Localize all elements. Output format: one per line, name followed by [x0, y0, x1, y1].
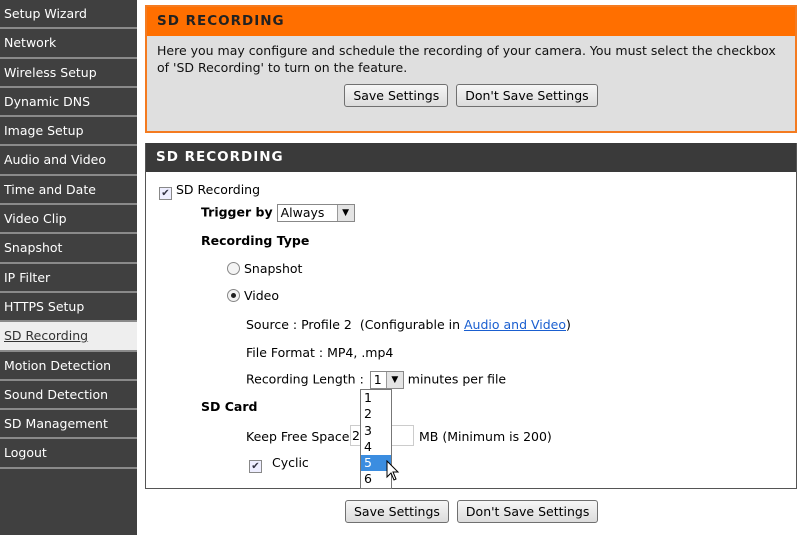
- save-settings-button[interactable]: Save Settings: [344, 84, 449, 107]
- sidebar-item-image-setup[interactable]: Image Setup: [0, 117, 137, 147]
- mouse-cursor-icon: [386, 460, 400, 481]
- recording-length-option[interactable]: 1: [361, 390, 391, 406]
- sidebar-item-setup-wizard[interactable]: Setup Wizard: [0, 0, 137, 30]
- snapshot-radio[interactable]: [227, 262, 240, 275]
- cyclic-label: Cyclic: [271, 455, 309, 470]
- video-label: Video: [243, 288, 280, 303]
- sidebar-item-video-clip[interactable]: Video Clip: [0, 205, 137, 235]
- chevron-down-icon: ▼: [336, 205, 354, 221]
- recording-length-option[interactable]: 2: [361, 406, 391, 422]
- cyclic-checkbox[interactable]: ✔: [249, 460, 262, 473]
- sidebar-item-network[interactable]: Network: [0, 29, 137, 59]
- recording-length-unit: minutes per file: [407, 371, 507, 387]
- intro-title: SD RECORDING: [147, 7, 795, 36]
- bottom-save-settings-button[interactable]: Save Settings: [345, 500, 449, 523]
- sidebar-item-wireless-setup[interactable]: Wireless Setup: [0, 58, 137, 88]
- recording-length-label: Recording Length :: [246, 371, 364, 387]
- recording-length-option[interactable]: 3: [361, 423, 391, 439]
- trigger-label: Trigger by: [201, 204, 273, 220]
- video-radio[interactable]: [227, 289, 240, 302]
- sidebar-item-logout[interactable]: Logout: [0, 439, 137, 469]
- sidebar-item-motion-detection[interactable]: Motion Detection: [0, 351, 137, 381]
- source-line: Source : Profile 2 (Configurable in Audi…: [246, 317, 571, 332]
- sidebar-item-dynamic-dns[interactable]: Dynamic DNS: [0, 87, 137, 118]
- sd-card-label: SD Card: [201, 399, 258, 414]
- keep-free-unit: MB (Minimum is 200): [419, 429, 552, 444]
- sidebar-item-sd-management[interactable]: SD Management: [0, 410, 137, 440]
- file-format: File Format : MP4, .mp4: [246, 345, 394, 360]
- snapshot-label: Snapshot: [243, 261, 303, 276]
- keep-free-label: Keep Free Space:: [246, 429, 354, 444]
- sidebar: Setup Wizard Network Wireless Setup Dynamic…: [0, 0, 137, 535]
- recording-length-value: 1: [373, 372, 382, 387]
- intro-panel: SD RECORDING Here you may configure and …: [145, 5, 797, 133]
- chevron-down-icon: ▼: [385, 372, 403, 388]
- intro-text: Here you may configure and schedule the …: [157, 43, 776, 75]
- dont-save-settings-button[interactable]: Don't Save Settings: [456, 84, 598, 107]
- recording-length-select[interactable]: 1 ▼: [369, 371, 404, 389]
- sidebar-item-time-and-date[interactable]: Time and Date: [0, 175, 137, 206]
- sd-recording-label: SD Recording: [175, 182, 261, 197]
- trigger-select[interactable]: Always ▼: [276, 204, 355, 222]
- sidebar-item-sd-recording[interactable]: SD Recording: [0, 322, 137, 352]
- sidebar-item-audio-and-video[interactable]: Audio and Video: [0, 146, 137, 176]
- audio-video-link[interactable]: Audio and Video: [464, 317, 566, 332]
- sd-recording-checkbox[interactable]: ✔: [159, 187, 172, 200]
- sidebar-item-sound-detection[interactable]: Sound Detection: [0, 380, 137, 411]
- recording-type-label: Recording Type: [201, 233, 310, 248]
- sidebar-item-snapshot[interactable]: Snapshot: [0, 234, 137, 264]
- trigger-value: Always: [280, 205, 325, 220]
- form-title: SD RECORDING: [146, 143, 796, 172]
- bottom-dont-save-settings-button[interactable]: Don't Save Settings: [456, 500, 599, 523]
- recording-length-option[interactable]: 4: [361, 439, 391, 455]
- sidebar-item-https-setup[interactable]: HTTPS Setup: [0, 292, 137, 323]
- sidebar-item-ip-filter[interactable]: IP Filter: [0, 263, 137, 293]
